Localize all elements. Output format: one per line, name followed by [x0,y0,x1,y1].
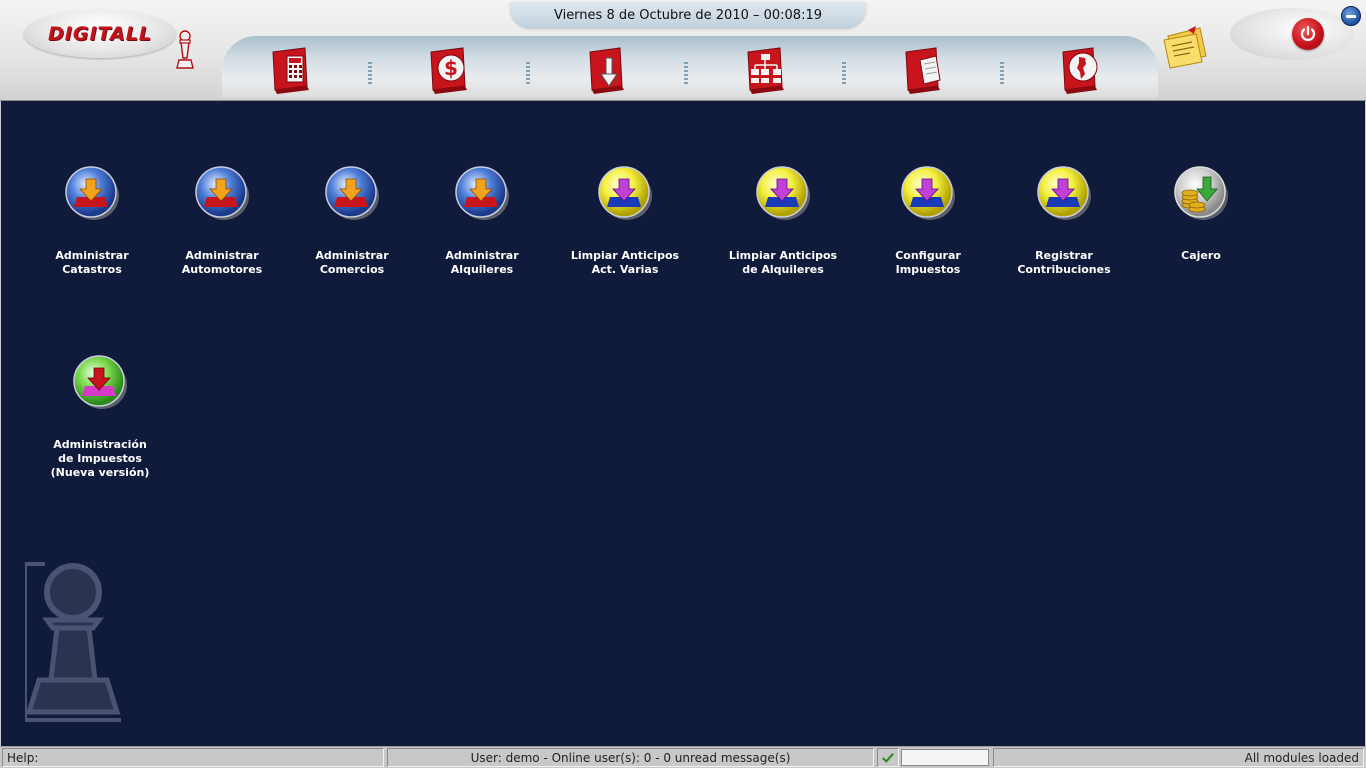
toolbar-separator [1000,62,1004,86]
desktop-area: Administrar Catastros Administrar Automo… [1,101,1365,746]
toolbar-calculator-button[interactable] [267,46,315,98]
documents-book-icon [905,47,941,94]
red-download-orb-icon [195,166,249,220]
datetime-text: Viernes 8 de Octubre de 2010 – 00:08:19 [553,7,823,23]
user-info-text: User: demo - Online user(s): 0 - 0 unrea… [470,750,791,765]
desktop-item-label: Administrar Alquileres [445,249,519,276]
modules-text: All modules loaded [1244,750,1359,765]
desktop-item-administracion-impuestos-nueva[interactable]: Administración de Impuestos (Nueva versi… [40,354,160,480]
org-chart-book-icon [747,47,784,94]
blue-download-orb-icon [756,166,810,220]
power-button[interactable] [1292,18,1324,50]
desktop-item-label: Administrar Catastros [55,249,129,276]
green-download-orb-icon [73,355,127,409]
datetime-display: Viernes 8 de Octubre de 2010 – 00:08:19 [510,2,866,28]
help-status: Help: [2,748,384,767]
connection-status [877,748,899,767]
red-download-orb-icon [325,166,379,220]
desktop-item-label: Administrar Automotores [181,249,263,276]
checkmark-icon [882,752,894,763]
help-text: Help: [7,750,39,765]
calculator-book-icon [272,47,309,94]
desktop-item-configurar-impuestos[interactable]: Configurar Impuestos [873,165,983,277]
desktop-item-label: Limpiar Anticipos Act. Varias [570,249,680,276]
desktop-item-label: Registrar Contribuciones [1017,249,1111,276]
toolbar-separator [684,62,688,86]
blue-download-orb-icon [901,166,955,220]
desktop-item-administrar-alquileres[interactable]: Administrar Alquileres [427,165,537,277]
desktop-item-registrar-contribuciones[interactable]: Registrar Contribuciones [1004,165,1124,277]
sticky-notes-icon[interactable] [1160,24,1212,70]
toolbar-import-button[interactable] [584,46,632,98]
toolbar-documents-button[interactable] [900,46,948,98]
red-download-orb-icon [65,166,119,220]
desktop-item-label: Administrar Comercios [315,249,389,276]
svg-text:$: $ [444,56,458,80]
desktop-item-administrar-automotores[interactable]: Administrar Automotores [167,165,277,277]
download-book-icon [589,47,624,94]
progress-field [901,749,989,766]
blue-download-orb-icon [598,166,652,220]
toolbar-structure-button[interactable] [742,46,790,98]
coins-orb-icon [1174,166,1228,220]
status-bar: Help: User: demo - Online user(s): 0 - 0… [0,746,1366,768]
desktop-item-limpiar-anticipos-act-varias[interactable]: Limpiar Anticipos Act. Varias [560,165,690,277]
red-download-orb-icon [455,166,509,220]
toolbar-band [222,36,1158,98]
power-icon [1300,25,1316,41]
desktop-item-limpiar-anticipos-alquileres[interactable]: Limpiar Anticipos de Alquileres [718,165,848,277]
desktop-item-label: Administración de Impuestos (Nueva versi… [50,438,150,479]
pawn-icon [176,30,194,69]
desktop-item-label: Limpiar Anticipos de Alquileres [728,249,838,276]
toolbar-map-button[interactable] [1057,46,1105,98]
minimize-button[interactable] [1341,6,1361,26]
toolbar-finance-button[interactable]: $ [425,46,473,98]
toolbar-separator [842,62,846,86]
desktop-item-administrar-catastros[interactable]: Administrar Catastros [37,165,147,277]
logo-text: DIGITALL [48,23,152,45]
toolbar-separator [526,62,530,86]
dollar-book-icon: $ [430,47,467,94]
blue-download-orb-icon [1037,166,1091,220]
modules-status: All modules loaded [993,748,1364,767]
desktop-item-administrar-comercios[interactable]: Administrar Comercios [297,165,407,277]
desktop-item-cajero[interactable]: Cajero [1151,165,1251,263]
desktop-item-label: Configurar Impuestos [895,249,961,276]
desktop-item-label: Cajero [1181,249,1221,262]
map-book-icon [1062,47,1098,94]
pawn-watermark-icon [25,562,121,722]
user-status: User: demo - Online user(s): 0 - 0 unrea… [387,748,874,767]
toolbar-separator [368,62,372,86]
logo: DIGITALL [24,10,176,58]
top-panel: DIGITALL Viernes 8 de Octubre de 2010 – … [0,0,1366,101]
